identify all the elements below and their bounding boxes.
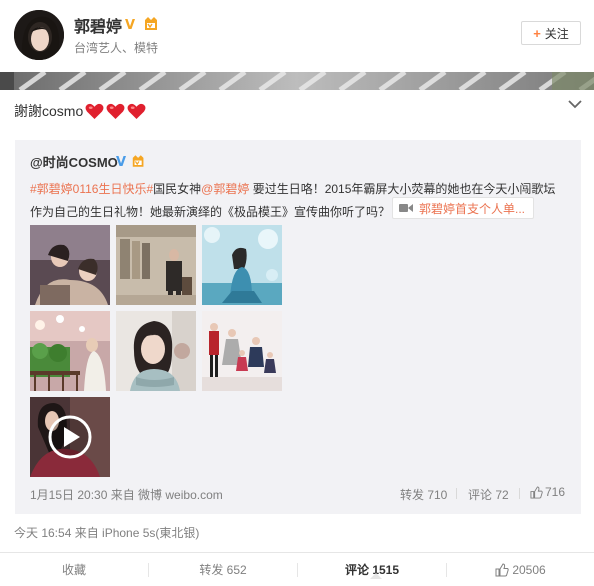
photo-thumbnail[interactable] bbox=[202, 311, 282, 391]
verified-icon: V bbox=[115, 154, 129, 170]
heart-icon bbox=[127, 103, 146, 119]
user-description: 台湾艺人、模特 bbox=[74, 41, 159, 55]
like-button[interactable]: 20506 bbox=[447, 553, 594, 586]
video-link-label: 郭碧婷首支个人单... bbox=[419, 201, 526, 216]
photo-thumbnail[interactable] bbox=[30, 225, 110, 305]
avatar[interactable] bbox=[14, 10, 64, 60]
post-text-content: 謝謝cosmo bbox=[14, 103, 84, 119]
user-name[interactable]: 郭碧婷 bbox=[74, 13, 122, 37]
svg-text:V: V bbox=[125, 18, 135, 31]
svg-text:V: V bbox=[116, 155, 126, 168]
photo-thumbnail[interactable] bbox=[202, 225, 282, 305]
original-comment-button[interactable]: 评论 72 bbox=[468, 486, 509, 503]
thumbs-up-icon bbox=[530, 485, 543, 499]
post-time-source[interactable]: 今天 16:54 来自 iPhone 5s(東北银) bbox=[14, 524, 199, 541]
photo-thumbnail[interactable] bbox=[116, 311, 196, 391]
heart-icon bbox=[85, 103, 104, 119]
favorite-button[interactable]: 收藏 bbox=[0, 553, 148, 586]
verified-icon: V bbox=[124, 17, 138, 33]
play-icon[interactable] bbox=[47, 414, 93, 460]
vip-icon[interactable] bbox=[143, 15, 161, 32]
photo-thumbnail[interactable] bbox=[116, 225, 196, 305]
chevron-down-icon[interactable] bbox=[567, 98, 583, 110]
mention-link[interactable]: @郭碧婷 bbox=[201, 182, 249, 196]
original-repost-button[interactable]: 转发 710 bbox=[400, 486, 447, 503]
follow-label: 关注 bbox=[544, 26, 569, 41]
original-like-count: 716 bbox=[545, 485, 566, 499]
hashtag-link[interactable]: #郭碧婷0116生日快乐# bbox=[30, 182, 153, 196]
active-tab-indicator bbox=[370, 573, 382, 579]
action-bar: 收藏 转发 652 评论 1515 20506 bbox=[0, 552, 594, 586]
heart-icon bbox=[106, 103, 125, 119]
vip-icon[interactable] bbox=[131, 153, 147, 169]
photo-thumbnail[interactable] bbox=[30, 311, 110, 391]
text-fragment: 国民女神 bbox=[153, 182, 202, 196]
like-count: 20506 bbox=[512, 562, 546, 577]
original-time-source[interactable]: 1月15日 20:30 来自 微博 weibo.com bbox=[30, 486, 223, 503]
video-icon bbox=[399, 204, 413, 212]
thumbs-up-icon bbox=[495, 562, 509, 576]
repost-button[interactable]: 转发 652 bbox=[149, 553, 297, 586]
follow-button[interactable]: + 关注 bbox=[521, 21, 581, 45]
divider bbox=[519, 488, 520, 499]
original-text-line2: 作为自己的生日礼物！她最新演绎的《极品模王》宣传曲你听了吗？ bbox=[30, 205, 391, 219]
favorite-label: 收藏 bbox=[61, 563, 86, 577]
post-text: 謝謝cosmo bbox=[14, 101, 146, 121]
plus-icon: + bbox=[533, 25, 541, 41]
original-like-button[interactable]: 716 bbox=[530, 485, 565, 499]
original-text-line1: #郭碧婷0116生日快乐#国民女神@郭碧婷 要过生日咯！2015年霸屏大小荧幕的… bbox=[30, 180, 555, 197]
original-author[interactable]: @时尚COSMO bbox=[30, 152, 118, 171]
divider bbox=[456, 488, 457, 499]
video-link[interactable]: 郭碧婷首支个人单... bbox=[392, 197, 535, 219]
text-fragment: 要过生日咯！2015年霸屏大小荧幕的她也在今天小闯歌坛 bbox=[249, 182, 556, 196]
cover-banner bbox=[0, 72, 594, 90]
repost-label: 转发 652 bbox=[199, 563, 247, 577]
comment-button[interactable]: 评论 1515 bbox=[298, 553, 446, 586]
